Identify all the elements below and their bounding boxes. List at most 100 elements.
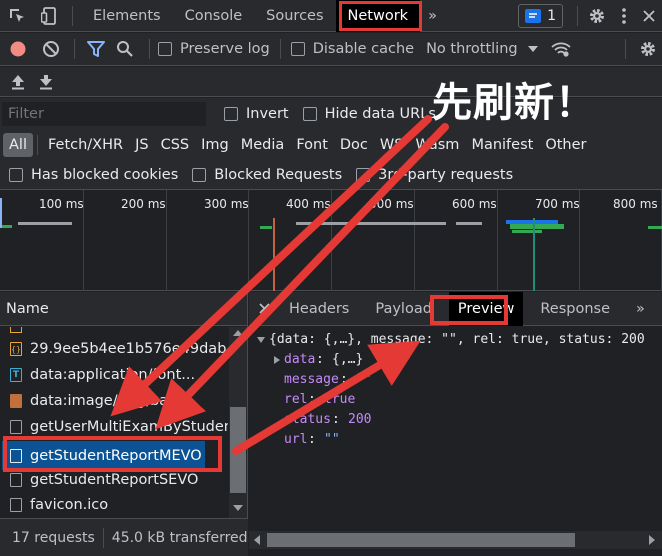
more-tabs-button[interactable]: » bbox=[420, 0, 445, 32]
tab-console[interactable]: Console bbox=[173, 0, 255, 32]
blocked-requests-checkbox[interactable] bbox=[192, 167, 207, 182]
throttling-select[interactable]: No throttling bbox=[426, 41, 548, 57]
list-item[interactable]: {} 29.9ee5b4ee1b576e49dab.js bbox=[0, 336, 228, 362]
timeline-tick-label: 200 ms bbox=[121, 197, 166, 211]
expand-triangle-icon[interactable] bbox=[257, 337, 265, 343]
clear-icon[interactable] bbox=[36, 40, 66, 58]
throttling-value: No throttling bbox=[426, 41, 518, 57]
type-filter-js[interactable]: JS bbox=[129, 133, 154, 157]
resource-type-filters: All Fetch/XHR JS CSS Img Media Font Doc … bbox=[0, 130, 662, 160]
type-filter-wasm[interactable]: Wasm bbox=[409, 133, 465, 157]
scrollbar-thumb[interactable] bbox=[230, 407, 246, 493]
tab-elements[interactable]: Elements bbox=[81, 0, 173, 32]
scrollbar-thumb[interactable] bbox=[267, 533, 575, 547]
timeline-gridline bbox=[497, 190, 498, 291]
type-filter-css[interactable]: CSS bbox=[155, 133, 196, 157]
third-party-checkbox[interactable] bbox=[356, 167, 371, 182]
timeline-overview[interactable]: 100 ms 200 ms 300 ms 400 ms 500 ms 600 m… bbox=[0, 190, 662, 291]
import-har-icon[interactable] bbox=[0, 74, 36, 90]
timeline-tick-label: 600 ms bbox=[452, 197, 497, 211]
list-item[interactable]: T data:application/font... bbox=[0, 362, 228, 388]
json-colon: : bbox=[316, 352, 324, 367]
preview-summary[interactable]: {data: {,…}, message: "", rel: true, sta… bbox=[269, 332, 645, 347]
scroll-right-arrow-icon[interactable] bbox=[649, 535, 655, 545]
export-har-icon[interactable] bbox=[36, 74, 56, 90]
hide-data-urls-checkbox[interactable] bbox=[302, 107, 317, 121]
timeline-tick-label: 500 ms bbox=[369, 197, 414, 211]
type-filter-ws[interactable]: WS bbox=[374, 133, 410, 157]
search-icon[interactable] bbox=[109, 40, 141, 58]
more-detail-tabs-button[interactable]: » bbox=[627, 292, 654, 326]
close-detail-icon[interactable] bbox=[249, 303, 279, 314]
inspect-element-icon[interactable] bbox=[0, 7, 34, 25]
timeline-tick-label: 300 ms bbox=[204, 197, 249, 211]
request-name: data:image/png;base... bbox=[30, 393, 199, 409]
document-file-icon bbox=[10, 498, 22, 512]
filter-input[interactable] bbox=[2, 102, 206, 126]
timeline-bar bbox=[512, 230, 542, 233]
type-filter-media[interactable]: Media bbox=[235, 133, 291, 157]
request-count: 17 requests bbox=[12, 529, 95, 546]
separator bbox=[279, 39, 281, 59]
invert-checkbox[interactable] bbox=[224, 107, 238, 121]
dom-content-loaded-line bbox=[273, 218, 275, 291]
image-file-icon bbox=[10, 394, 22, 408]
list-item[interactable]: data:image/png;base... bbox=[0, 388, 228, 414]
preserve-log-label: Preserve log bbox=[180, 41, 270, 57]
request-options: Has blocked cookies Blocked Requests 3rd… bbox=[0, 160, 662, 190]
third-party-label: 3rd-party requests bbox=[378, 166, 514, 183]
record-icon[interactable] bbox=[0, 41, 36, 57]
timeline-tick-label: 700 ms bbox=[535, 197, 580, 211]
separator bbox=[74, 39, 75, 59]
type-filter-font[interactable]: Font bbox=[290, 133, 334, 157]
close-devtools-icon[interactable] bbox=[636, 9, 662, 22]
list-item[interactable]: favicon.ico bbox=[0, 492, 228, 518]
json-key-status: status bbox=[284, 412, 331, 427]
network-conditions-wifi-icon[interactable] bbox=[548, 41, 574, 57]
devtools-tab-bar: Elements Console Sources Network » 1 bbox=[0, 0, 662, 32]
issues-button[interactable]: 1 bbox=[518, 3, 563, 28]
scroll-down-arrow-icon[interactable] bbox=[233, 505, 243, 511]
type-filter-fetch-xhr[interactable]: Fetch/XHR bbox=[42, 133, 129, 157]
tab-headers[interactable]: Headers bbox=[280, 292, 358, 326]
json-key-data: data bbox=[284, 352, 316, 367]
tab-sources[interactable]: Sources bbox=[254, 0, 335, 32]
scroll-left-arrow-icon[interactable] bbox=[254, 535, 260, 545]
customize-menu-icon[interactable] bbox=[612, 7, 636, 24]
list-scrollbar[interactable] bbox=[229, 327, 247, 518]
request-list-header: Name bbox=[0, 292, 247, 326]
disable-cache-checkbox[interactable] bbox=[290, 42, 305, 56]
collapse-triangle-icon[interactable] bbox=[274, 356, 280, 364]
timeline-bar bbox=[260, 226, 272, 229]
load-event-line bbox=[533, 218, 535, 291]
separator bbox=[577, 5, 578, 26]
separator bbox=[149, 39, 150, 59]
filter-funnel-icon[interactable] bbox=[83, 41, 109, 57]
separator bbox=[625, 39, 626, 59]
transferred-size: 45.0 kB transferred bbox=[111, 529, 248, 546]
type-filter-all[interactable]: All bbox=[3, 133, 33, 157]
type-filter-img[interactable]: Img bbox=[195, 133, 235, 157]
horizontal-scrollbar[interactable] bbox=[249, 531, 662, 549]
type-filter-doc[interactable]: Doc bbox=[334, 133, 374, 157]
annotation-box-network-tab bbox=[339, 1, 422, 31]
json-colon: : bbox=[340, 372, 348, 387]
type-filter-other[interactable]: Other bbox=[539, 133, 592, 157]
tab-response[interactable]: Response bbox=[531, 292, 619, 326]
name-column-header[interactable]: Name bbox=[6, 301, 49, 317]
settings-gear-icon[interactable] bbox=[582, 7, 612, 25]
network-settings-gear-icon[interactable] bbox=[634, 40, 662, 58]
annotation-box-selected-request bbox=[3, 436, 222, 472]
scroll-up-arrow-icon[interactable] bbox=[233, 330, 243, 336]
device-toolbar-icon[interactable] bbox=[34, 6, 64, 25]
request-list-pane: Name {} 29.9ee5b4ee1b576e49dab.js T data… bbox=[0, 292, 248, 518]
json-value-data: {,…} bbox=[332, 352, 364, 367]
blocked-cookies-checkbox[interactable] bbox=[9, 167, 23, 182]
annotation-box-preview-tab bbox=[430, 295, 508, 325]
preserve-log-checkbox[interactable] bbox=[158, 42, 172, 56]
request-name: 29.9ee5b4ee1b576e49dab.js bbox=[30, 341, 228, 357]
type-filter-manifest[interactable]: Manifest bbox=[465, 133, 539, 157]
list-item[interactable] bbox=[0, 327, 228, 334]
json-colon: : bbox=[308, 432, 316, 447]
separator bbox=[36, 135, 38, 155]
